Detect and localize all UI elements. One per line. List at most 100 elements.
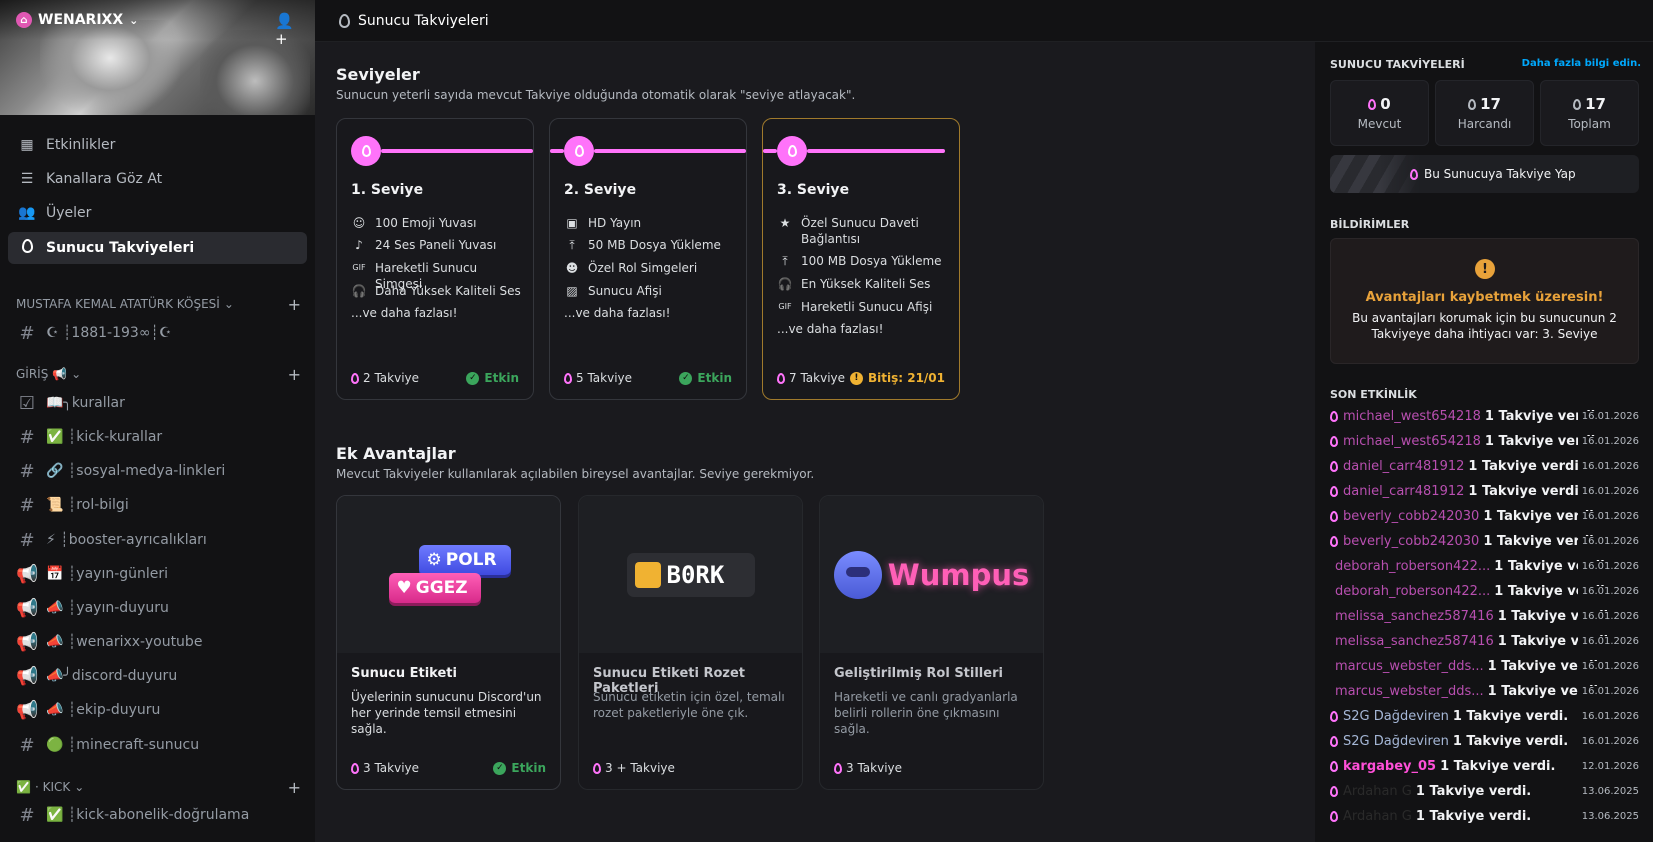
- channel-item[interactable]: # 🟢 ┊minecraft-sunucu: [8, 729, 307, 761]
- emoji-icon: ☺: [352, 216, 366, 230]
- activity-user[interactable]: S2G Dağdeviren: [1343, 709, 1449, 724]
- activity-date: 16.01.2026: [1577, 710, 1639, 722]
- boost-icon: [777, 372, 785, 384]
- chevron-down-icon: ⌄: [74, 780, 85, 794]
- boost-icon: [339, 13, 350, 28]
- add-channel-icon[interactable]: +: [288, 778, 301, 797]
- activity-date: 16.01.2026: [1577, 435, 1639, 447]
- server-tag-art: ⚙ POLR ♥ GGEZ: [337, 496, 560, 653]
- channel-item[interactable]: # ⚡ ┊booster-ayrıcalıkları: [8, 524, 307, 556]
- channel-item[interactable]: # ✅ ┊kick-kurallar: [8, 421, 307, 453]
- activity-row: daniel_carr481912 1 Takviye verdi. 16.01.2…: [1330, 481, 1639, 501]
- dog-icon: [634, 561, 661, 588]
- activity-date: 16.01.2026: [1577, 660, 1639, 672]
- add-channel-icon[interactable]: +: [288, 295, 301, 314]
- activity-date: 16.01.2026: [1577, 610, 1639, 622]
- gif-icon: GIF: [352, 263, 366, 272]
- channel-item[interactable]: # 🔗 ┊sosyal-medya-linkleri: [8, 455, 307, 487]
- perk-card-tag-badge-packs[interactable]: B0RK Sunucu Etiketi Rozet Paketleri Sunu…: [578, 495, 803, 790]
- activity-row: beverly_cobb242030 1 Takviye verdi. 16.01.…: [1330, 531, 1639, 551]
- channel-item[interactable]: ☑ 📖╮kurallar: [8, 387, 307, 419]
- activity-user[interactable]: michael_west654218: [1343, 409, 1481, 424]
- extras-subtitle: Mevcut Takviyeler kullanılarak açılabile…: [336, 467, 815, 481]
- perk-card-desc: Hareketli ve canlı gradyanlarla belirli …: [834, 690, 1018, 736]
- chevron-down-icon: ⌄: [223, 297, 234, 311]
- nav-item-server-boosts[interactable]: Sunucu Takviyeleri: [8, 232, 307, 264]
- channel-item[interactable]: 📢 📣 ┊yayın-duyuru: [8, 592, 307, 624]
- perk-item: ...ve daha fazlası!: [351, 306, 458, 320]
- heart-icon: ♥: [396, 577, 412, 598]
- perk-card-desc: Üyelerinin sunucunu Discord'un her yerin…: [351, 690, 542, 736]
- channel-item[interactable]: 📢 📣╯discord-duyuru: [8, 660, 307, 692]
- activity-user[interactable]: Ardahan G: [1343, 809, 1412, 824]
- activity-user[interactable]: kargabey_05: [1343, 759, 1436, 774]
- channel-item[interactable]: 📢 📣 ┊wenarixx-youtube: [8, 626, 307, 658]
- add-channel-icon[interactable]: +: [288, 365, 301, 384]
- activity-user[interactable]: melissa_sanchez587416: [1335, 609, 1494, 624]
- activity-user[interactable]: daniel_carr481912: [1343, 459, 1464, 474]
- activity-user[interactable]: marcus_webster_dds...: [1335, 684, 1484, 699]
- perk-item: ★ Özel Sunucu Daveti Bağlantısı: [777, 215, 953, 247]
- stat-total: 17 Toplam: [1540, 80, 1639, 146]
- server-name-dropdown[interactable]: ⌂ WENARIXX ⌄: [16, 12, 138, 28]
- activity-user[interactable]: daniel_carr481912: [1343, 484, 1464, 499]
- more-info-link[interactable]: Daha fazla bilgi edin.: [1522, 58, 1641, 69]
- channel-item[interactable]: # ☪ ┊1881-193∞┊☪: [8, 317, 307, 349]
- perk-item: ⤒ 50 MB Dosya Yükleme: [564, 237, 740, 253]
- activity-user[interactable]: marcus_webster_dds...: [1335, 659, 1484, 674]
- activity-row: deborah_roberson422... 1 Takviye verdi. 16…: [1330, 581, 1639, 601]
- level-progress-bar: [381, 149, 533, 153]
- activity-user[interactable]: beverly_cobb242030: [1343, 509, 1479, 524]
- nav-item-members[interactable]: 👥 Üyeler: [8, 197, 307, 229]
- activity-row: marcus_webster_dds... 1 Takviye verdi. 16.…: [1330, 681, 1639, 701]
- level-name: 1. Seviye: [351, 182, 424, 198]
- activity-user[interactable]: michael_west654218: [1343, 434, 1481, 449]
- perk-loss-notice: ! Avantajları kaybetmek üzeresin! Bu ava…: [1330, 238, 1639, 364]
- channel-item[interactable]: 📢 📅 ┊yayın-günleri: [8, 558, 307, 590]
- activity-date: 16.01.2026: [1577, 485, 1639, 497]
- channel-item[interactable]: # ✅ ┊kick-abonelik-doğrulama: [8, 799, 307, 831]
- activity-row: marcus_webster_dds... 1 Takviye verdi. 16.…: [1330, 656, 1639, 676]
- activity-user[interactable]: deborah_roberson422...: [1335, 559, 1490, 574]
- channel-item[interactable]: 📢 📣 ┊ekip-duyuru: [8, 694, 307, 726]
- perk-card-desc: Sunucu etiketin için özel, temalı rozet …: [593, 690, 785, 720]
- perk-card-server-tag[interactable]: ⚙ POLR ♥ GGEZ Sunucu Etiketi Üyelerinin su…: [336, 495, 561, 790]
- boost-icon: [564, 372, 572, 384]
- activity-row: michael_west654218 1 Takviye verdi. 16.01.…: [1330, 431, 1639, 451]
- perk-item: 🎧 Daha Yüksek Kaliteli Ses: [351, 284, 521, 298]
- nav-item-events[interactable]: ▦ Etkinlikler: [8, 129, 307, 161]
- invite-people-icon[interactable]: 👤+: [275, 12, 295, 48]
- stat-available: 0 Mevcut: [1330, 80, 1429, 146]
- tag-badge: ⚙ POLR: [418, 544, 511, 575]
- channel-item[interactable]: # 📜 ┊rol-bilgi: [8, 489, 307, 521]
- activity-row: kargabey_05 1 Takviye verdi. 12.01.2026: [1330, 756, 1639, 776]
- activity-user[interactable]: S2G Dağdeviren: [1343, 734, 1449, 749]
- activity-user[interactable]: melissa_sanchez587416: [1335, 634, 1494, 649]
- megaphone-icon: 📢: [16, 631, 39, 653]
- activity-date: 16.01.2026: [1577, 560, 1639, 572]
- perk-item: ▣ HD Yayın: [564, 215, 740, 231]
- nav-item-browse-channels[interactable]: ☰ Kanallara Göz At: [8, 163, 307, 195]
- activity-row: Ardahan G1 Takviye verdi. 13.06.2025: [1330, 781, 1639, 801]
- activity-user[interactable]: Ardahan G: [1343, 784, 1412, 799]
- activity-row: daniel_carr481912 1 Takviye verdi. 16.01.2…: [1330, 456, 1639, 476]
- category-giris[interactable]: GİRİŞ 📢 ⌄ +: [16, 365, 301, 384]
- status-badge: ! Bitiş: 21/01: [849, 371, 945, 385]
- category-ataturk[interactable]: MUSTAFA KEMAL ATATÜRK KÖŞESİ ⌄ +: [16, 295, 301, 314]
- wumpus-icon: [833, 550, 882, 599]
- activity-user[interactable]: beverly_cobb242030: [1343, 534, 1479, 549]
- calendar-icon: ▦: [20, 137, 34, 153]
- warning-icon: !: [849, 371, 863, 385]
- activity-user[interactable]: deborah_roberson422...: [1335, 584, 1490, 599]
- perk-card-role-styles[interactable]: Wumpus Geliştirilmiş Rol Stilleri Hareke…: [819, 495, 1044, 790]
- activity-row: melissa_sanchez587416 1 Takviye verdi. 16.…: [1330, 631, 1639, 651]
- perk-item: ...ve daha fazlası!: [564, 306, 671, 320]
- perk-item: 🎧 En Yüksek Kaliteli Ses: [777, 277, 931, 291]
- boost-server-button[interactable]: Bu Sunucuya Takviye Yap: [1330, 155, 1639, 193]
- megaphone-icon: 📢: [16, 563, 39, 585]
- perk-item: GIF Hareketli Sunucu Afişi: [778, 300, 933, 314]
- perk-item: ☻ Özel Rol Simgeleri: [565, 261, 698, 275]
- category-kick[interactable]: ✅ · Kick ⌄ +: [16, 778, 301, 797]
- level-footer: 7 Takviye ! Bitiş: 21/01: [777, 371, 945, 385]
- upload-icon: ⤒: [782, 254, 788, 268]
